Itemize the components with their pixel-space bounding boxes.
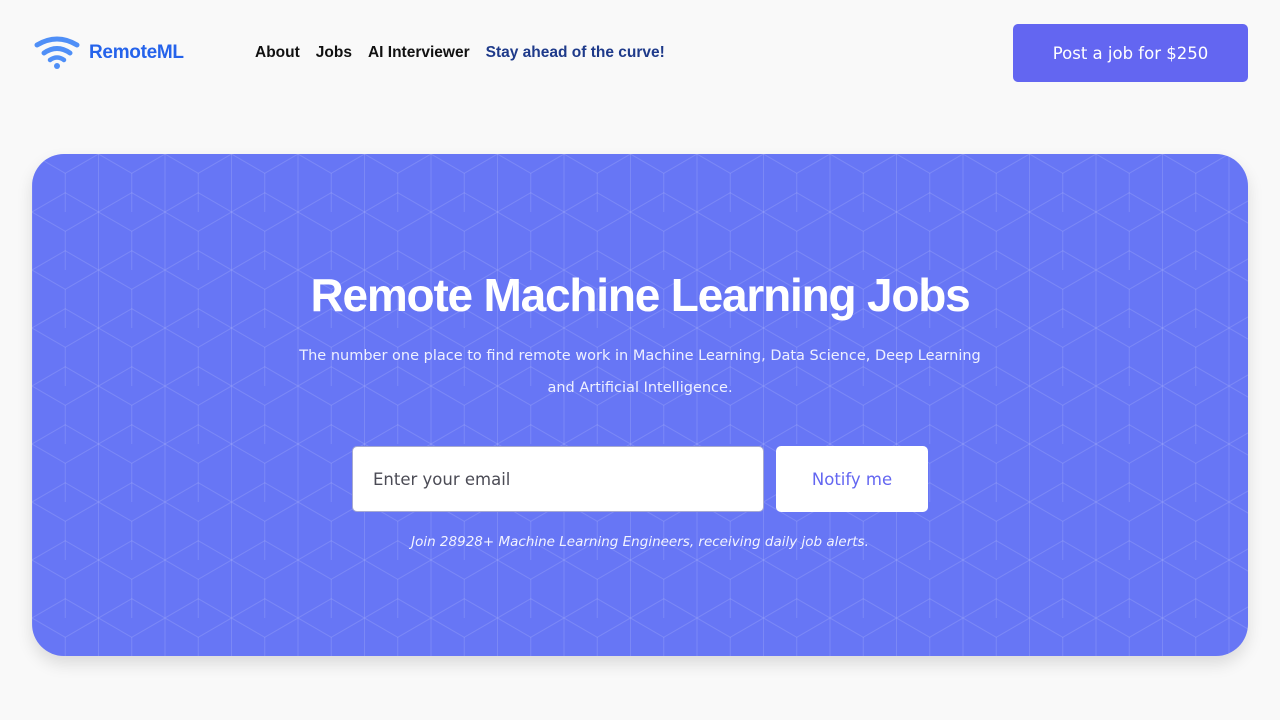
post-job-button[interactable]: Post a job for $250 bbox=[1013, 24, 1248, 82]
hero-title: Remote Machine Learning Jobs bbox=[310, 269, 970, 321]
hero-subtitle: The number one place to find remote work… bbox=[299, 348, 981, 396]
wifi-icon bbox=[34, 36, 80, 69]
hero-section: Remote Machine Learning Jobs The number … bbox=[32, 154, 1248, 656]
subscriber-note: Join 28928+ Machine Learning Engineers, … bbox=[411, 534, 869, 550]
nav-stay-ahead[interactable]: Stay ahead of the curve! bbox=[486, 44, 665, 62]
nav-about[interactable]: About bbox=[255, 44, 300, 62]
email-input[interactable] bbox=[352, 446, 764, 512]
site-header: RemoteML About Jobs AI Interviewer Stay … bbox=[0, 0, 1280, 108]
hex-pattern-background bbox=[32, 154, 1248, 656]
notify-me-button[interactable]: Notify me bbox=[776, 446, 928, 512]
main-nav: About Jobs AI Interviewer Stay ahead of … bbox=[255, 44, 665, 62]
logo-link[interactable]: RemoteML bbox=[34, 36, 184, 70]
nav-jobs[interactable]: Jobs bbox=[316, 44, 352, 62]
nav-ai-interviewer[interactable]: AI Interviewer bbox=[368, 44, 470, 62]
logo-text: RemoteML bbox=[89, 42, 184, 63]
